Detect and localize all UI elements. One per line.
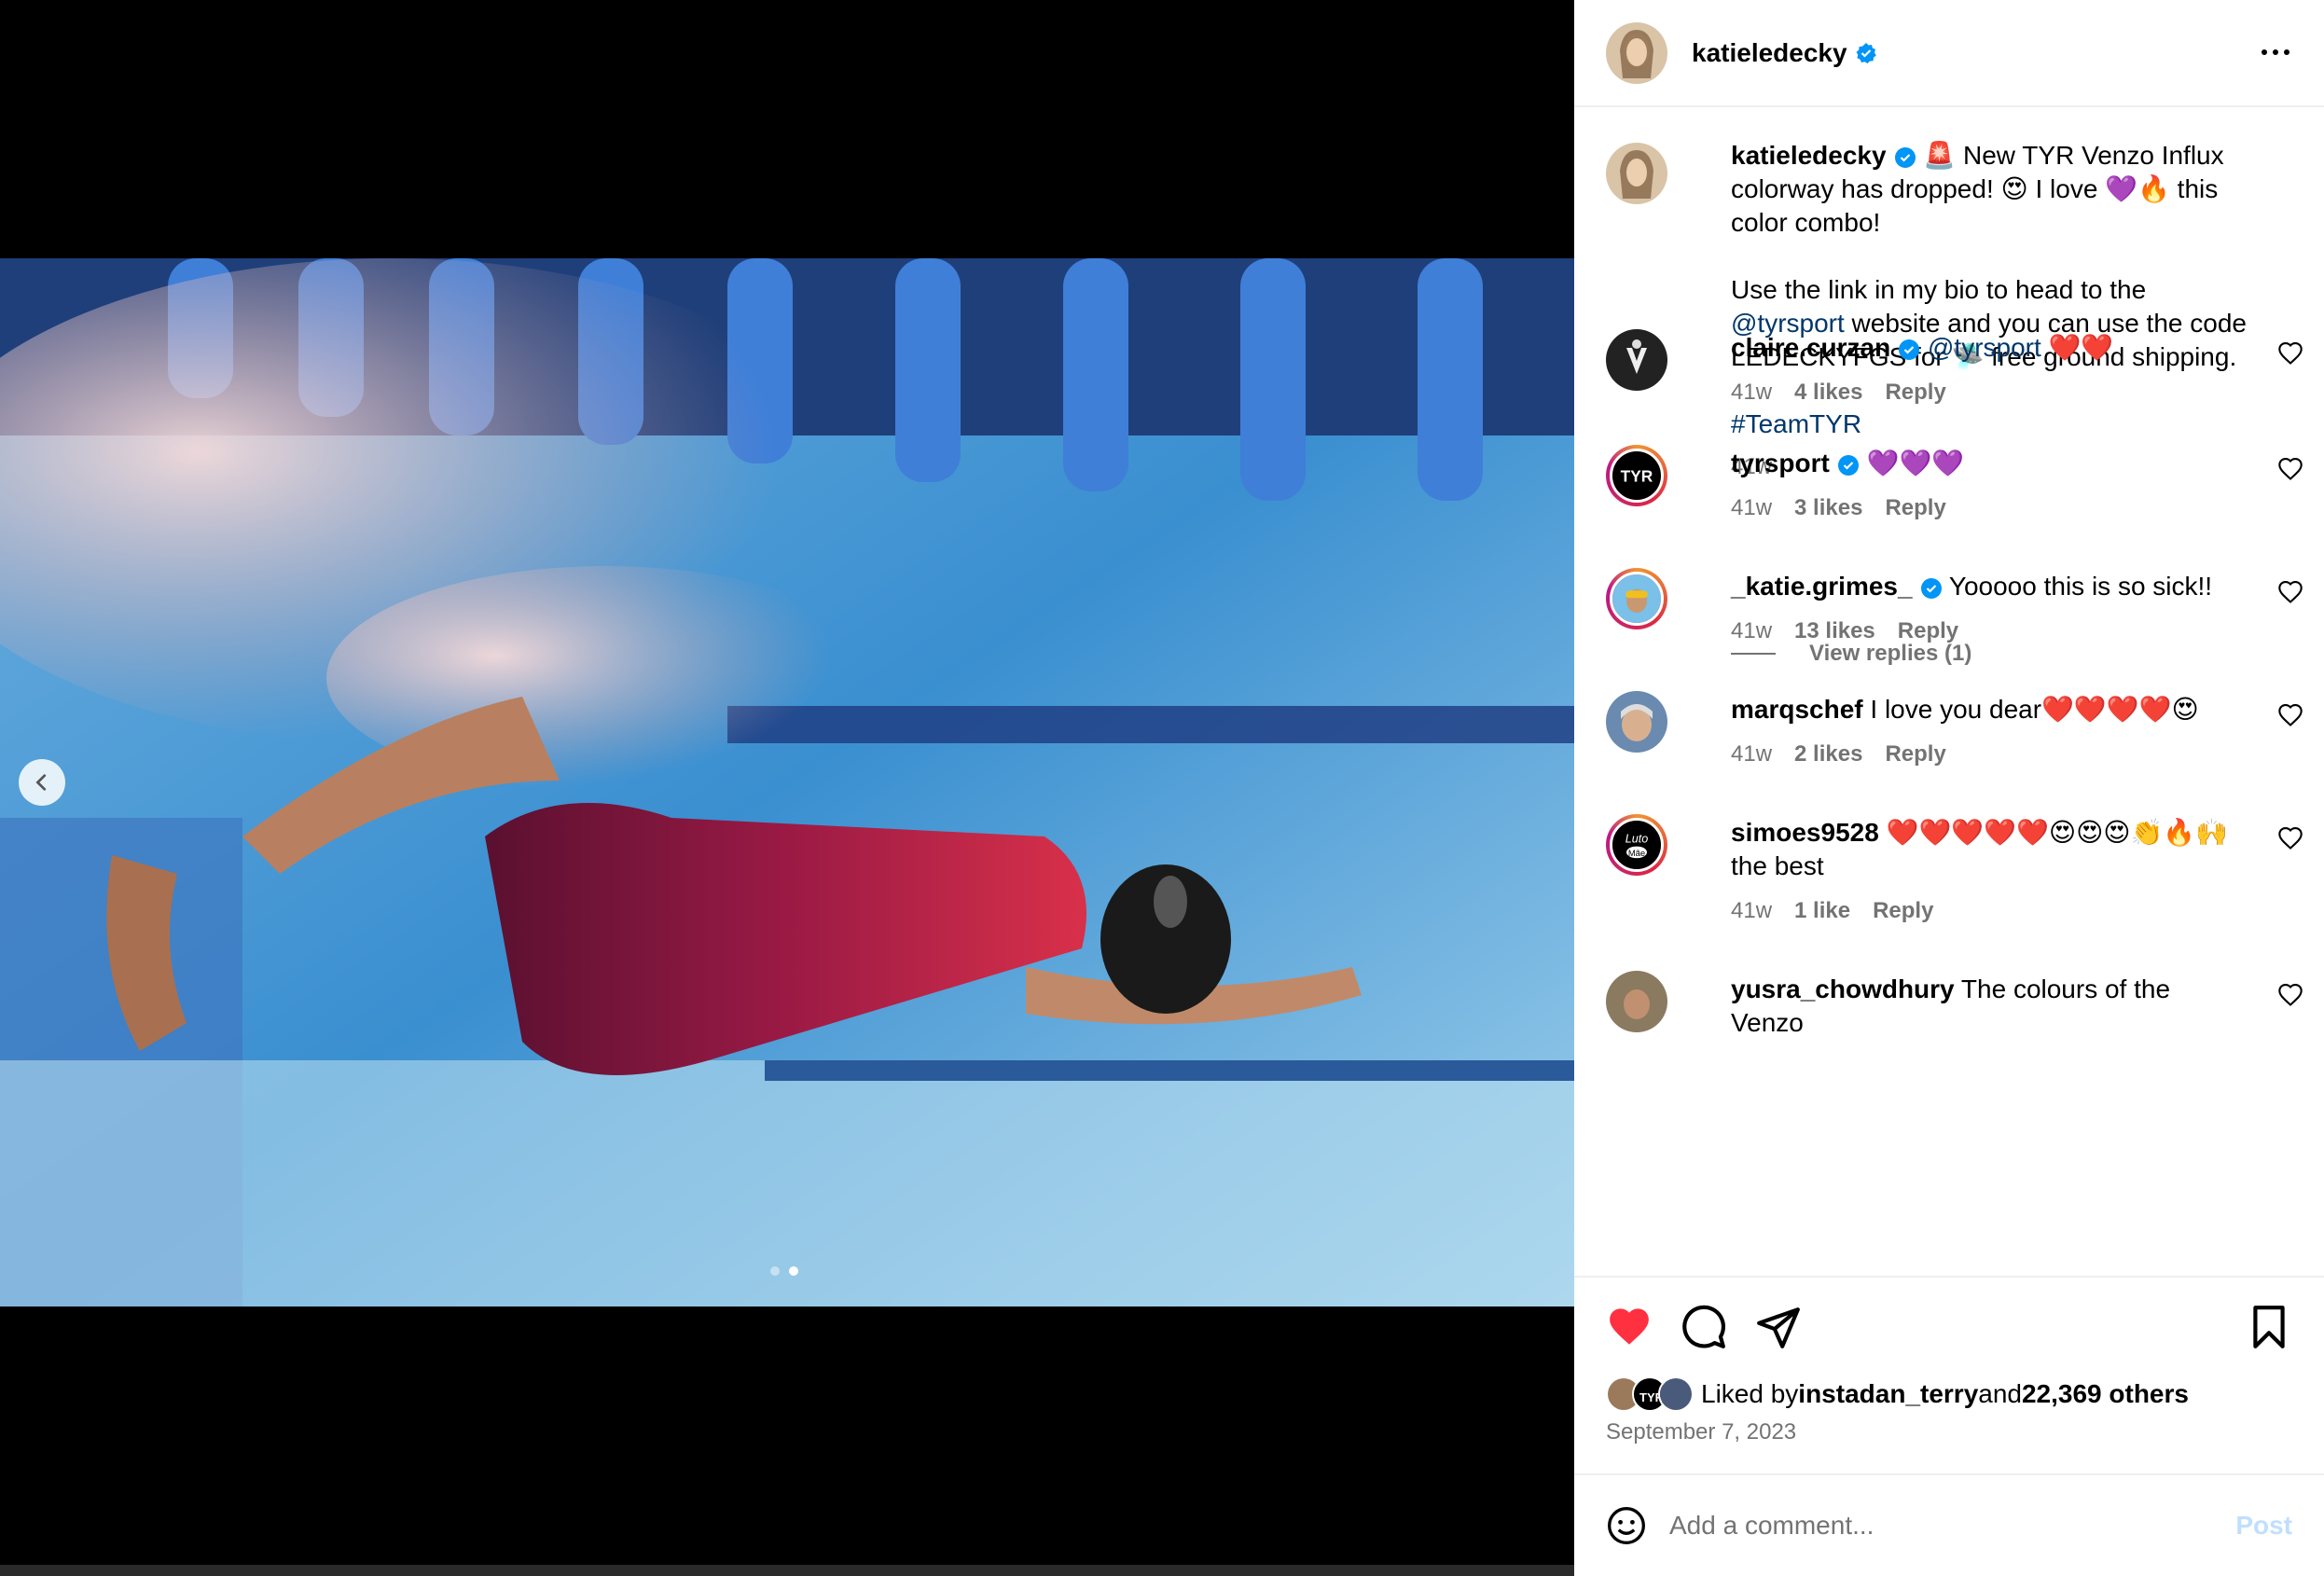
likes-count[interactable]: 22,369 others (2022, 1379, 2189, 1409)
heart-icon[interactable] (2277, 579, 2303, 605)
comment-text: Yooooo this is so sick!! (1942, 572, 2213, 601)
comment-timestamp[interactable]: 41w (1731, 894, 1772, 928)
post-header: katieledecky (1574, 0, 2324, 107)
reply-button[interactable]: Reply (1885, 738, 1945, 771)
comment-input[interactable] (1669, 1511, 2236, 1541)
avatar[interactable]: TYR (1606, 445, 1667, 506)
comment-text: ❤️❤️ (2040, 333, 2114, 362)
carousel-dot (770, 1266, 780, 1276)
heart-icon[interactable] (2277, 982, 2303, 1008)
comment-username[interactable]: simoes9528 (1731, 818, 1879, 847)
reply-button[interactable]: Reply (1898, 615, 1958, 648)
comment-username[interactable]: yusra_chowdhury (1731, 975, 1955, 1003)
avatar[interactable] (1606, 329, 1667, 391)
comment-timestamp[interactable]: 41w (1731, 615, 1772, 648)
avatar[interactable]: Luto Mãe (1606, 814, 1667, 876)
caption-username[interactable]: katieledecky (1731, 141, 1887, 170)
comment-username[interactable]: tyrsport (1731, 449, 1830, 477)
comment-username[interactable]: claire.curzan (1731, 333, 1890, 362)
bookmark-icon[interactable] (2246, 1304, 2292, 1350)
verified-icon (1856, 42, 1876, 63)
heart-icon[interactable] (1606, 1304, 1653, 1350)
header-username[interactable]: katieledecky (1692, 38, 1847, 68)
emoji-icon[interactable] (1606, 1505, 1647, 1546)
comment-text: 💜💜💜 (1859, 449, 1965, 477)
comment-timestamp[interactable]: 41w (1731, 738, 1772, 771)
more-icon (2262, 49, 2267, 55)
liker-avatars: TYR (1606, 1376, 1694, 1412)
avatar[interactable] (1606, 143, 1667, 204)
siren-emoji: 🚨 (1923, 140, 1957, 171)
comment-composer: Post (1574, 1473, 2324, 1576)
verified-icon (1837, 454, 1859, 476)
comment-username[interactable]: _katie.grimes_ (1731, 572, 1913, 601)
post-details-panel: katieledecky katieledecky 🚨 New TYR Venz… (1574, 0, 2324, 1576)
comment-likes[interactable]: 3 likes (1794, 491, 1862, 525)
more-options-button[interactable] (2255, 35, 2296, 69)
comment-likes[interactable]: 13 likes (1794, 615, 1875, 648)
comment-likes[interactable]: 4 likes (1794, 376, 1862, 409)
heart-icon[interactable] (2277, 702, 2303, 728)
post-actions: TYR Liked by instadan_terry and 22,369 o… (1574, 1276, 2324, 1475)
liked-by-prefix: Liked by (1701, 1379, 1799, 1408)
avatar[interactable] (1606, 971, 1667, 1032)
liked-by-middle: and (1978, 1379, 2022, 1408)
reply-button[interactable]: Reply (1885, 491, 1945, 525)
avatar[interactable] (1606, 691, 1667, 753)
avatar[interactable] (1606, 568, 1667, 629)
carousel-dot-active (789, 1266, 798, 1276)
comment-icon[interactable] (1681, 1304, 1727, 1350)
hashtag-link[interactable]: #TeamTYR (1731, 408, 2249, 441)
caption-text: katieledecky 🚨 New TYR Venzo Influx colo… (1731, 139, 2249, 240)
liked-by-user[interactable]: instadan_terry (1798, 1379, 1978, 1409)
heart-icon[interactable] (2277, 456, 2303, 482)
comment-text: I love you dear❤️❤️❤️❤️😍 (1862, 695, 2199, 724)
post-photo (0, 258, 1574, 1306)
share-icon[interactable] (1755, 1304, 1802, 1350)
mention-link[interactable]: @tyrsport (1928, 333, 2041, 362)
verified-icon (1894, 146, 1916, 168)
comment-timestamp[interactable]: 41w (1731, 376, 1772, 409)
chevron-left-icon (35, 774, 47, 791)
tyr-logo-text: TYR (1621, 466, 1653, 485)
post-date[interactable]: September 7, 2023 (1606, 1419, 1796, 1445)
reply-button[interactable]: Reply (1885, 376, 1945, 409)
comment-likes[interactable]: 2 likes (1794, 738, 1862, 771)
comment-timestamp[interactable]: 41w (1731, 491, 1772, 525)
luto-text: Luto (1625, 833, 1649, 846)
likes-summary[interactable]: TYR Liked by instadan_terry and 22,369 o… (1606, 1376, 2189, 1412)
post-comment-button[interactable]: Post (2235, 1511, 2292, 1541)
heart-icon[interactable] (2277, 340, 2303, 366)
caption-line-2: Use the link in my bio to head to the (1731, 275, 2147, 304)
page-bottom-strip (0, 1565, 1574, 1576)
comment-username[interactable]: marqschef (1731, 695, 1863, 724)
verified-icon (1899, 339, 1920, 360)
avatar (1658, 1376, 1694, 1412)
avatar[interactable] (1606, 21, 1667, 84)
mae-text: Mãe (1628, 849, 1645, 859)
previous-photo-button[interactable] (19, 759, 65, 806)
media-viewer (0, 0, 1574, 1576)
verified-icon (1920, 577, 1942, 599)
reply-button[interactable]: Reply (1873, 894, 1933, 928)
carousel-indicator (770, 1266, 798, 1276)
comments-list[interactable]: katieledecky 🚨 New TYR Venzo Influx colo… (1574, 109, 2324, 1275)
heart-icon[interactable] (2277, 825, 2303, 851)
comment-likes[interactable]: 1 like (1794, 894, 1850, 928)
